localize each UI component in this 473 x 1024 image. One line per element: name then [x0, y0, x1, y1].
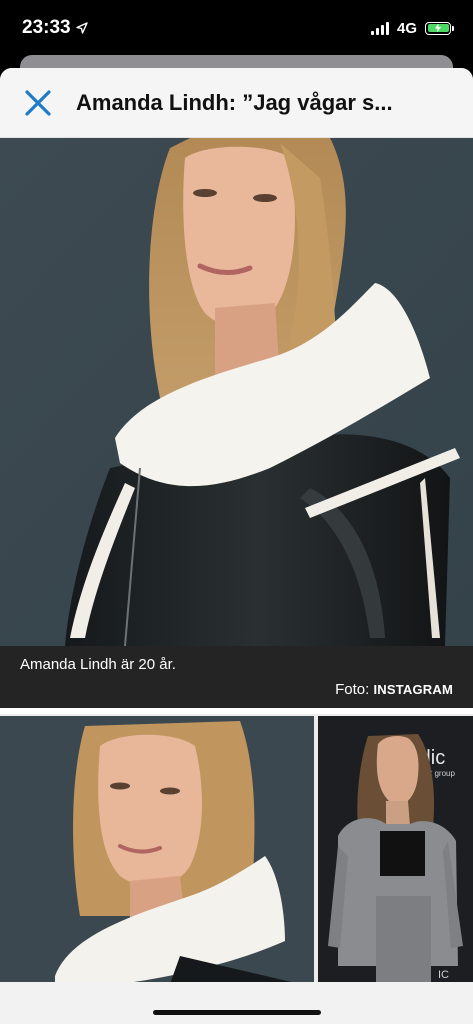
location-arrow-icon — [75, 22, 88, 34]
backdrop-corner-text: IC — [438, 969, 449, 981]
status-bar: 23:33 4G — [0, 0, 473, 56]
thumbnail-photo[interactable]: rdic ement group IC — [318, 716, 473, 984]
battery-charging-icon — [425, 21, 454, 35]
photo-caption: Amanda Lindh är 20 år. — [20, 656, 176, 673]
page-title: Amanda Lindh: ”Jag vågar s... — [76, 89, 393, 115]
main-photo[interactable] — [0, 138, 473, 646]
thumbnail-photo[interactable] — [0, 716, 314, 984]
app-screen: 23:33 4G Amanda Lindh: ”Jag vågar s... A… — [0, 0, 473, 1024]
status-indicators: 4G — [370, 19, 454, 37]
photo-credit-prefix: Foto: — [335, 681, 374, 698]
status-time: 23:33 — [22, 17, 71, 38]
article-gallery-sheet: Amanda Lindh: ”Jag vågar s... Amanda Lin… — [0, 68, 473, 1024]
status-time-group: 23:33 — [22, 17, 88, 39]
navigation-bar: Amanda Lindh: ”Jag vågar s... — [0, 68, 473, 138]
close-button[interactable] — [22, 87, 54, 119]
photo-credit-source: INSTAGRAM — [373, 682, 453, 697]
photo-caption-bar: Amanda Lindh är 20 år. Foto: INSTAGRAM — [0, 646, 473, 708]
gallery-thumbnails: rdic ement group IC — [0, 714, 473, 984]
home-indicator[interactable] — [152, 1010, 321, 1015]
network-type: 4G — [396, 19, 417, 37]
photo-credit: Foto: INSTAGRAM — [335, 681, 453, 698]
cellular-signal-icon — [370, 21, 389, 35]
photo-gallery: Amanda Lindh är 20 år. Foto: INSTAGRAM — [0, 138, 473, 708]
close-icon — [25, 89, 51, 116]
bottom-safe-area — [0, 982, 473, 1024]
